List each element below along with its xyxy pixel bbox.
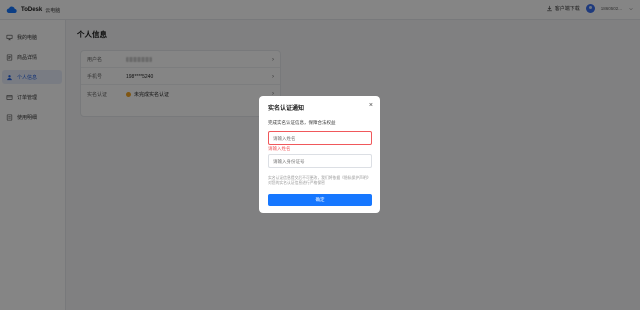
real-name-dialog: 实名认证通知 × 完成实名认证信息，保障合法权益 请输入姓名 实名认证信息提交后… — [259, 96, 380, 213]
name-error-text: 请输入姓名 — [268, 146, 291, 151]
name-input[interactable] — [268, 131, 372, 145]
confirm-button[interactable]: 确定 — [268, 194, 372, 206]
dialog-description: 完成实名认证信息，保障合法权益 — [268, 120, 336, 125]
id-number-input[interactable] — [268, 154, 372, 168]
dialog-title: 实名认证通知 — [268, 106, 305, 112]
close-icon[interactable]: × — [369, 102, 373, 109]
privacy-note: 实名认证信息提交后不可更改，我们将依据《隐私保护声明》对您的实名认证信息进行严格… — [268, 176, 371, 186]
